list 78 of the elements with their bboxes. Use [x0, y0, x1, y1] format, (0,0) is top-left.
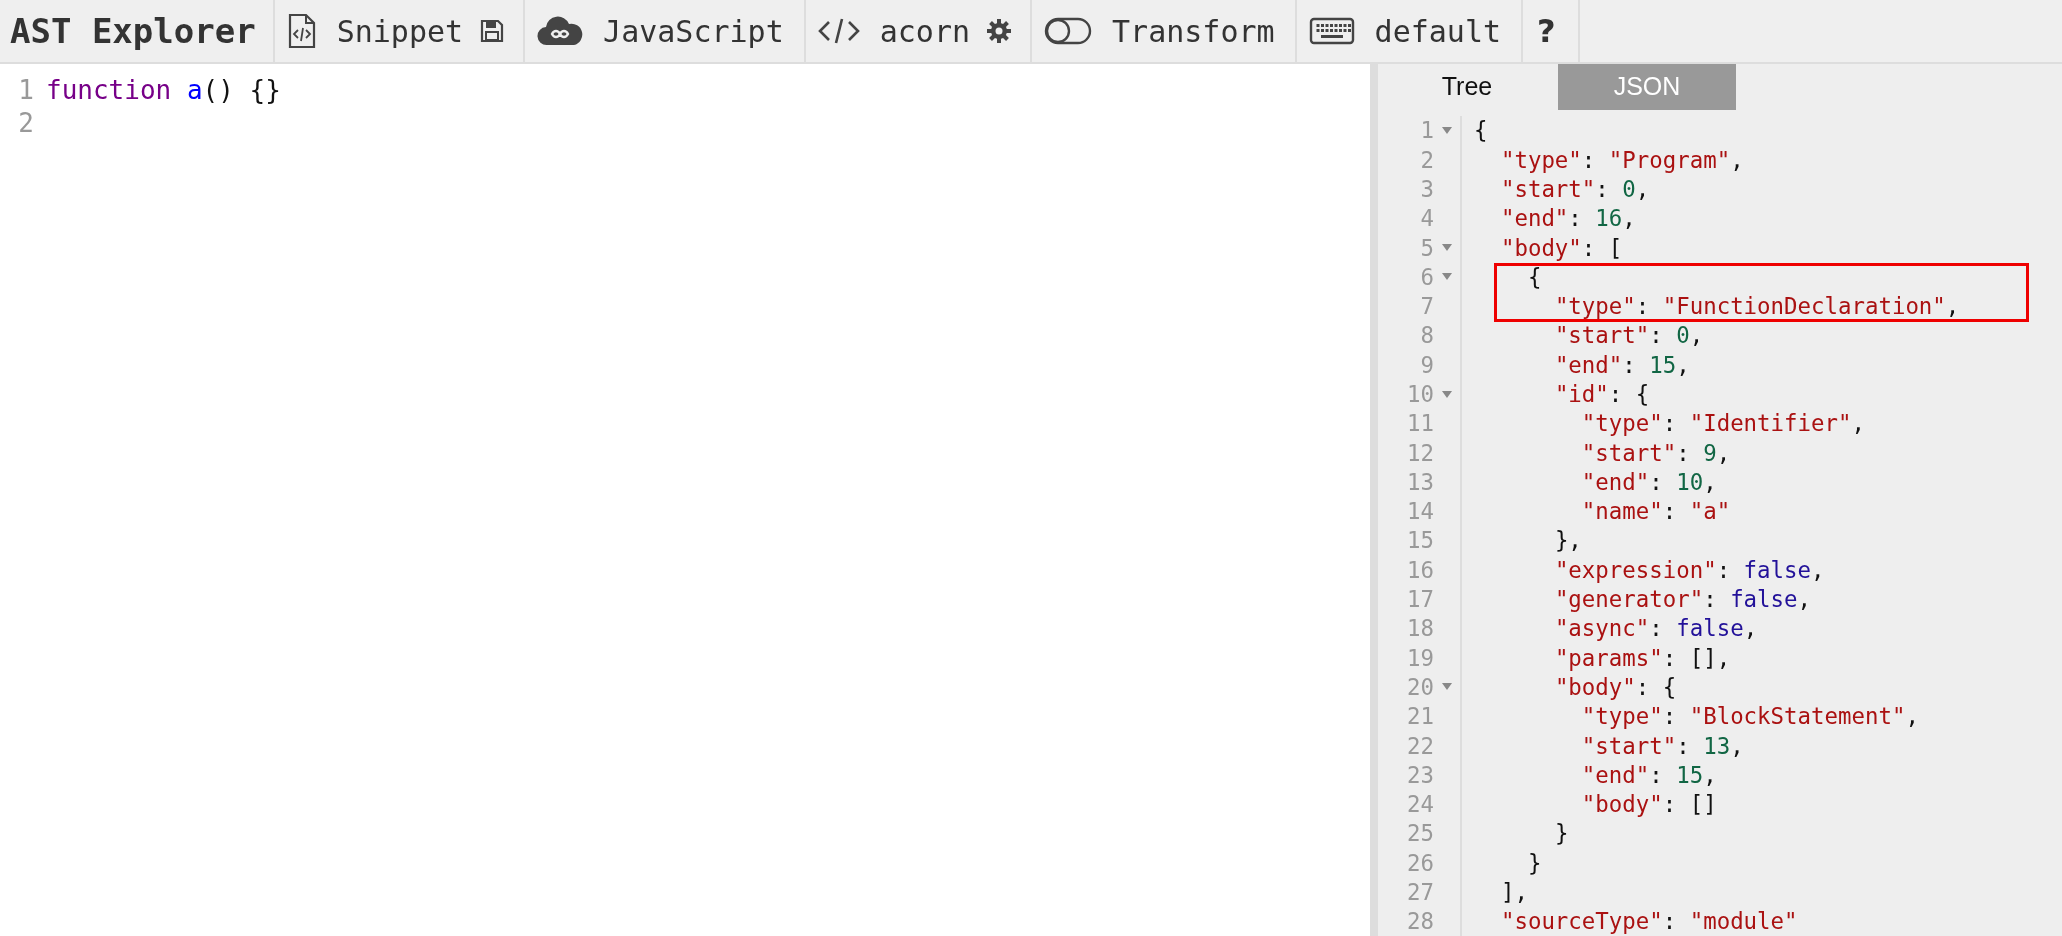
line-number: 15: [1407, 527, 1434, 554]
line-number: 21: [1407, 703, 1434, 730]
code-line: }: [1527, 849, 1542, 876]
code-line: "type": "FunctionDeclaration",: [1554, 293, 1960, 320]
line-number: 2: [1420, 146, 1434, 173]
code-line: },: [1554, 527, 1582, 554]
line-number: 25: [1407, 820, 1434, 847]
code-line: {: [1474, 117, 1488, 144]
code-icon: [817, 16, 860, 46]
code-line: "generator": false,: [1554, 586, 1812, 613]
keymap-menu[interactable]: default: [1306, 9, 1503, 53]
line-number: 14: [1407, 498, 1434, 525]
line-number: 24: [1407, 791, 1434, 818]
line-number: 12: [1407, 439, 1434, 466]
line-number: 7: [1420, 293, 1434, 320]
line-number: 2: [17, 107, 35, 138]
parser-menu[interactable]: acorn: [815, 9, 972, 53]
line-number: 1: [17, 74, 35, 105]
line-number: 22: [1407, 732, 1434, 759]
settings-icon[interactable]: [986, 18, 1012, 44]
code-line: "end": 16,: [1500, 205, 1636, 232]
line-number: 27: [1407, 879, 1434, 906]
code-line: "params": [],: [1554, 644, 1731, 671]
code-line: "body": []: [1581, 791, 1717, 818]
fold-arrow-icon[interactable]: [1441, 389, 1453, 399]
fold-arrow-icon[interactable]: [1441, 682, 1453, 692]
fold-arrow-icon[interactable]: [1441, 272, 1453, 282]
code-line: function a() {}: [46, 74, 281, 105]
code-line: "type": "Identifier",: [1581, 410, 1865, 437]
code-line: "sourceType": "module": [1500, 908, 1798, 935]
snippet-menu[interactable]: Snippet: [284, 9, 466, 53]
line-number: 17: [1407, 586, 1434, 613]
code-line: "start": 0,: [1500, 175, 1650, 202]
transform-toggle[interactable]: Transform: [1042, 9, 1277, 53]
line-number: 1: [1420, 117, 1434, 144]
line-number: 6: [1420, 263, 1434, 290]
line-number: 28: [1407, 908, 1434, 935]
code-line: "id": {: [1554, 381, 1650, 407]
code-line: {: [1527, 263, 1542, 290]
code-line: "body": {: [1554, 673, 1677, 700]
line-number: 16: [1407, 556, 1434, 583]
code-line: }: [1554, 820, 1569, 847]
line-number: 23: [1407, 761, 1434, 788]
line-number: 9: [1420, 351, 1434, 378]
code-line: "body": [: [1500, 234, 1623, 261]
code-file-icon: [286, 13, 317, 49]
toggle-icon: [1044, 16, 1092, 46]
line-number: 4: [1420, 205, 1434, 232]
code-line: "start": 0,: [1554, 322, 1704, 349]
code-line: "start": 9,: [1581, 439, 1731, 466]
help-button[interactable]: ?: [1533, 8, 1560, 54]
code-line: "type": "Program",: [1500, 146, 1744, 173]
code-line: "async": false,: [1554, 615, 1758, 642]
app-logo: AST Explorer: [0, 0, 275, 62]
fold-arrow-icon[interactable]: [1441, 243, 1453, 252]
line-number: 20: [1407, 673, 1434, 700]
line-number: 5: [1420, 234, 1434, 261]
line-number: 8: [1420, 322, 1434, 349]
code-line: ],: [1500, 879, 1528, 906]
line-number: 10: [1407, 381, 1434, 407]
line-number: 18: [1407, 615, 1434, 642]
keyboard-icon: [1308, 16, 1355, 46]
line-number: 26: [1407, 849, 1434, 876]
code-line: "start": 13,: [1581, 732, 1744, 759]
fold-arrow-icon[interactable]: [1441, 125, 1453, 135]
code-line: "end": 15,: [1581, 761, 1717, 788]
line-number: 3: [1420, 175, 1434, 202]
code-line: "end": 10,: [1581, 468, 1717, 495]
code-line: "type": "BlockStatement",: [1581, 703, 1919, 730]
code-line: "expression": false,: [1554, 556, 1825, 583]
line-number: 11: [1407, 410, 1434, 437]
cloud-icon: [537, 15, 584, 47]
line-number: 19: [1407, 644, 1434, 671]
save-icon[interactable]: [479, 18, 506, 44]
line-number: 13: [1407, 468, 1434, 495]
code-line: "name": "a": [1581, 498, 1731, 525]
language-menu[interactable]: JavaScript: [535, 9, 786, 53]
code-line: "end": 15,: [1554, 351, 1690, 378]
